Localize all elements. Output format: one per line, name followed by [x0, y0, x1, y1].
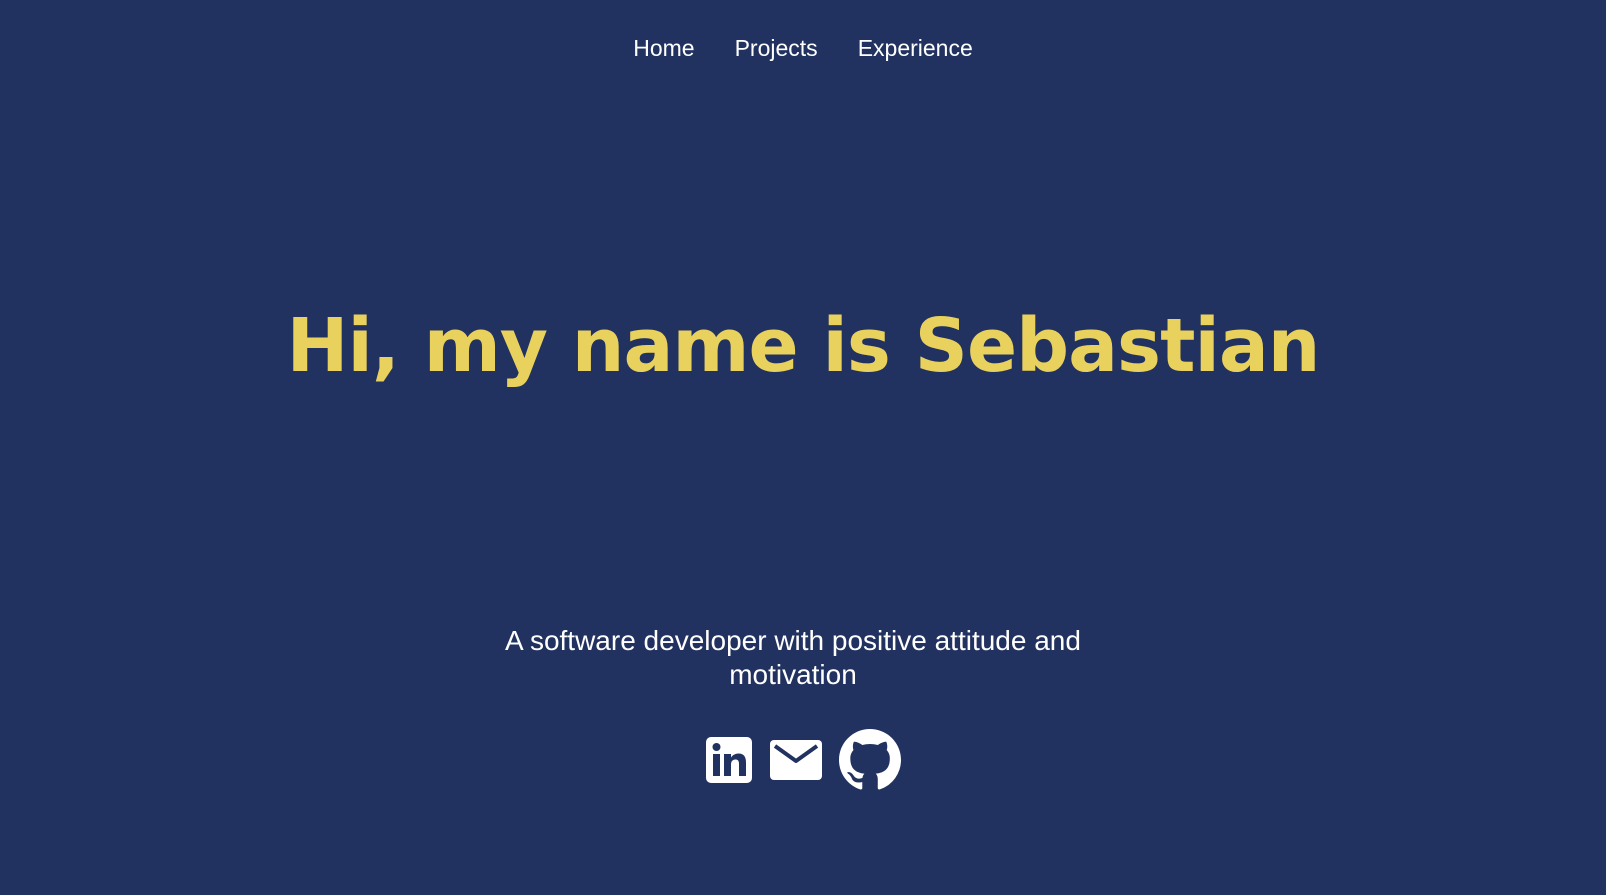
nav-experience-link[interactable]: Experience: [858, 30, 973, 66]
github-link[interactable]: [839, 729, 901, 791]
hero-title: Hi, my name is Sebastian: [286, 303, 1321, 389]
github-icon: [839, 729, 901, 790]
email-link[interactable]: [769, 738, 823, 782]
top-nav: Home Projects Experience: [0, 30, 1606, 66]
linkedin-link[interactable]: [705, 736, 753, 784]
linkedin-icon: [706, 737, 752, 783]
nav-projects-link[interactable]: Projects: [735, 30, 818, 66]
mail-icon: [770, 740, 822, 780]
social-links: [0, 729, 1606, 791]
nav-home-link[interactable]: Home: [633, 30, 694, 66]
hero-subtitle: A software developer with positive attit…: [505, 625, 1081, 690]
